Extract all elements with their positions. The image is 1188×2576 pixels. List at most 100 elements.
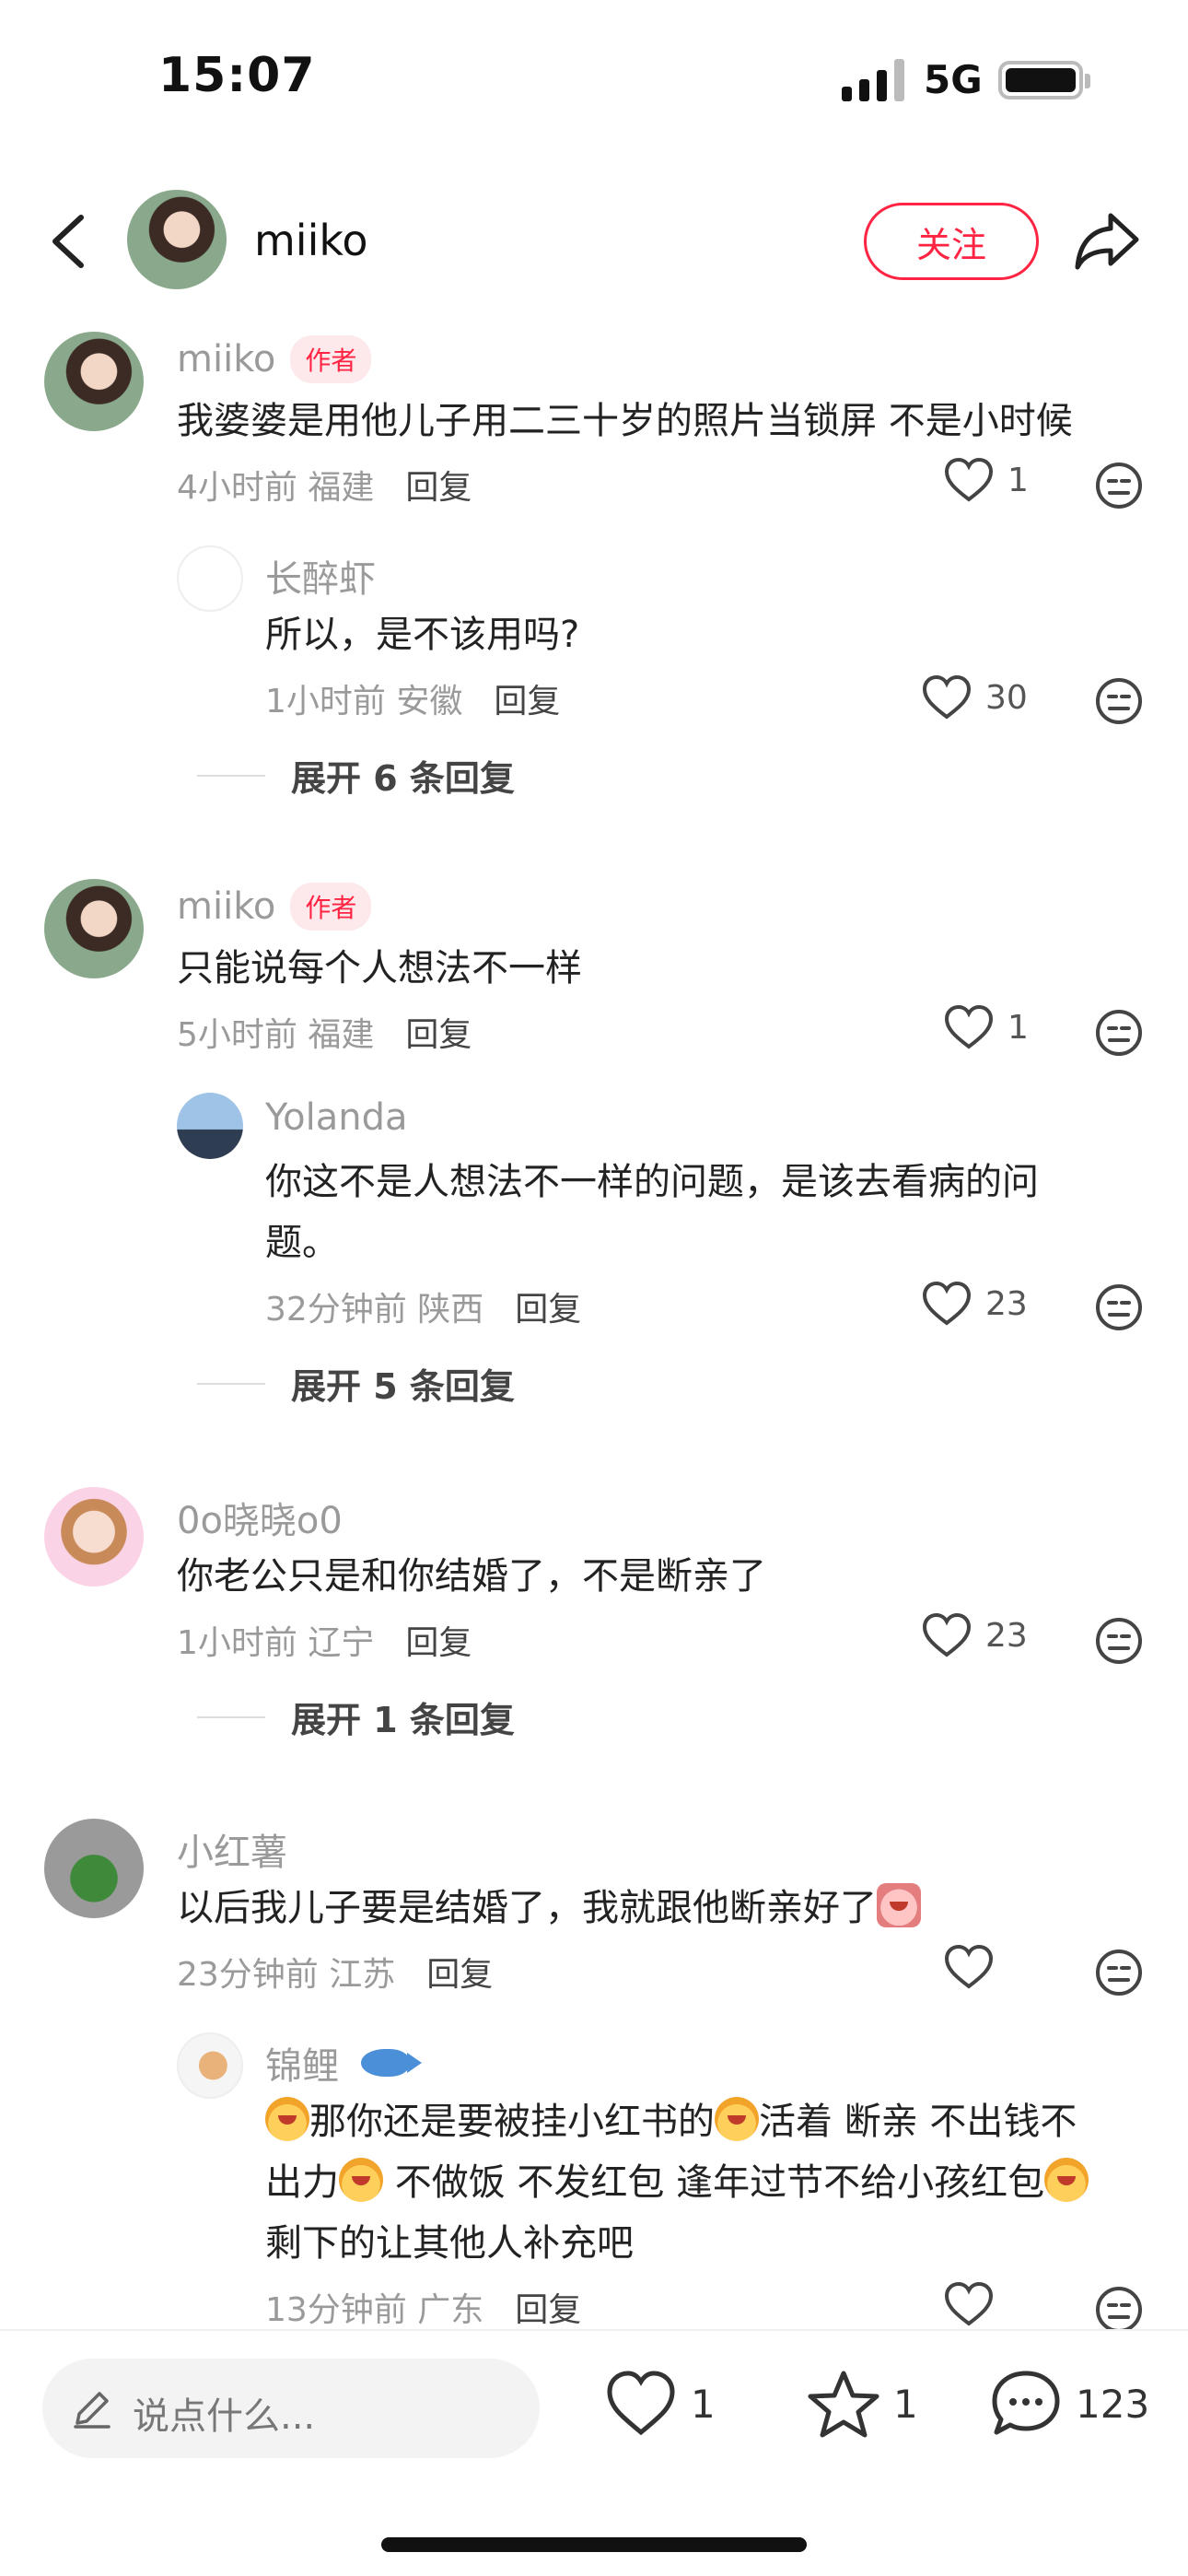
expand-replies-label[interactable]: 展开 5 条回复 — [291, 1358, 515, 1409]
like-count: 1 — [1007, 461, 1029, 499]
comment-name-row: 小红薯 — [177, 1822, 287, 1876]
divider — [197, 1715, 265, 1718]
battery-icon — [998, 61, 1090, 100]
like-count: 23 — [985, 1616, 1028, 1655]
comment-input[interactable]: 说点什么... — [42, 2359, 540, 2458]
expand-replies-label[interactable]: 展开 1 条回复 — [291, 1692, 515, 1742]
comment-username[interactable]: 长醉虾 — [265, 549, 376, 603]
comment-time: 32分钟前 — [265, 1291, 407, 1329]
comment-time: 4小时前 — [177, 469, 297, 507]
reply-button[interactable]: 回复 — [494, 674, 560, 722]
like-button[interactable]: 23 — [921, 1281, 1028, 1327]
author-name[interactable]: miiko — [254, 216, 368, 265]
avatar[interactable] — [177, 2032, 243, 2099]
emoji-icon — [1044, 2158, 1089, 2202]
home-indicator[interactable] — [381, 2537, 807, 2552]
expand-replies-button[interactable]: 展开 5 条回复 — [197, 1358, 515, 1409]
divider — [197, 774, 265, 777]
comment-button[interactable]: 123 — [989, 2368, 1149, 2440]
reply-button[interactable]: 回复 — [405, 461, 472, 509]
comment-text[interactable]: 那你还是要被挂小红书的 活着 断亲 不出钱不 出力 不做饭 不发红包 逢年过节不给… — [265, 2091, 1149, 2274]
fish-icon — [361, 2049, 422, 2077]
dislike-icon[interactable] — [1094, 1616, 1144, 1666]
comment-name-row: 长醉虾 — [265, 549, 376, 603]
share-icon[interactable] — [1074, 208, 1142, 273]
like-button[interactable]: 1 — [943, 1004, 1029, 1050]
like-button[interactable] — [943, 2281, 995, 2327]
status-bar: 15:07 5G — [0, 0, 1188, 157]
heart-icon — [607, 2371, 675, 2436]
reply-button[interactable]: 回复 — [405, 1616, 472, 1664]
dislike-icon[interactable] — [1094, 1282, 1144, 1332]
comment-text[interactable]: 我婆婆是用他儿子用二三十岁的照片当锁屏 不是小时候 — [177, 391, 1073, 451]
heart-icon — [922, 674, 972, 720]
comment-meta: 23分钟前 江苏 回复 — [177, 1948, 493, 1996]
dislike-icon[interactable] — [1094, 676, 1144, 726]
avatar[interactable] — [177, 545, 243, 612]
reply-button[interactable]: 回复 — [515, 2283, 581, 2329]
reply-button[interactable]: 回复 — [426, 1948, 493, 1996]
avatar[interactable] — [44, 1487, 144, 1587]
emoji-icon — [265, 2097, 309, 2141]
comment-text[interactable]: 以后我儿子要是结婚了，我就跟他断亲好了 — [177, 1878, 921, 1938]
follow-button[interactable]: 关注 — [864, 203, 1039, 280]
back-icon[interactable] — [46, 212, 92, 271]
comment-username[interactable]: 锦鲤 — [265, 2036, 339, 2090]
comment-username[interactable]: miiko — [177, 338, 275, 381]
author-badge: 作者 — [290, 335, 372, 383]
comment-text-content: 以后我儿子要是结婚了，我就跟他断亲好了 — [177, 1887, 877, 1929]
like-button[interactable]: 30 — [921, 674, 1028, 720]
comment-meta: 5小时前 福建 回复 — [177, 1008, 472, 1056]
like-button[interactable]: 1 — [943, 457, 1029, 503]
heart-icon — [944, 457, 994, 502]
divider — [197, 1382, 265, 1385]
avatar[interactable] — [44, 332, 144, 431]
bottom-bar: 说点什么... 1 1 123 — [0, 2329, 1188, 2576]
avatar[interactable] — [177, 1093, 243, 1159]
comment-username[interactable]: Yolanda — [265, 1096, 407, 1139]
reply-button[interactable]: 回复 — [405, 1008, 472, 1056]
comment-location: 陕西 — [417, 1291, 484, 1329]
favorite-count: 1 — [893, 2381, 918, 2427]
comment-meta: 4小时前 福建 回复 — [177, 461, 472, 509]
dislike-icon[interactable] — [1094, 1948, 1144, 1997]
header: miiko 关注 — [0, 175, 1188, 304]
expand-replies-button[interactable]: 展开 6 条回复 — [197, 750, 515, 801]
dislike-icon[interactable] — [1094, 461, 1144, 510]
network-label: 5G — [924, 57, 983, 102]
comment-text[interactable]: 你老公只是和你结婚了，不是断亲了 — [177, 1546, 766, 1607]
comment-location: 安徽 — [396, 683, 463, 720]
comment-text[interactable]: 只能说每个人想法不一样 — [177, 938, 582, 999]
comment-username[interactable]: 小红薯 — [177, 1822, 287, 1876]
comment-item: miiko 作者 我婆婆是用他儿子用二三十岁的照片当锁屏 不是小时候 4小时前 … — [0, 313, 1188, 829]
avatar[interactable] — [44, 879, 144, 978]
comment-meta: 1小时前 安徽 回复 — [265, 674, 560, 722]
like-button[interactable]: 23 — [921, 1612, 1028, 1658]
like-button[interactable] — [943, 1944, 995, 1990]
comment-time: 1小时前 — [265, 683, 386, 720]
comment-name-row: Yolanda — [265, 1096, 407, 1139]
comment-text-line: 你这不是人想法不一样的问题，是该去看病的问 — [265, 1161, 1039, 1203]
comment-username[interactable]: 0o晓晓o0 — [177, 1491, 343, 1544]
avatar[interactable] — [127, 190, 227, 289]
comment-text-line: 那你还是要被挂小红书的 活着 断亲 不出钱不 — [265, 2091, 1149, 2152]
like-button[interactable]: 1 — [604, 2368, 716, 2440]
favorite-button[interactable]: 1 — [807, 2368, 918, 2440]
comment-input-placeholder: 说点什么... — [133, 2395, 316, 2438]
signal-icon — [842, 59, 904, 101]
heart-icon — [944, 2281, 994, 2326]
reply-button[interactable]: 回复 — [515, 1282, 581, 1330]
comment-username[interactable]: miiko — [177, 885, 275, 928]
comment-text[interactable]: 你这不是人想法不一样的问题，是该去看病的问 题。 — [265, 1152, 1039, 1273]
comment-location: 江苏 — [329, 1956, 396, 1994]
expand-replies-button[interactable]: 展开 1 条回复 — [197, 1692, 515, 1742]
dislike-icon[interactable] — [1094, 1008, 1144, 1058]
avatar[interactable] — [44, 1819, 144, 1918]
expand-replies-label[interactable]: 展开 6 条回复 — [291, 750, 515, 801]
comment-text-segment: 那你还是要被挂小红书的 — [309, 2101, 715, 2143]
dislike-icon[interactable] — [1094, 2285, 1144, 2329]
pen-icon — [74, 2392, 111, 2429]
comment-text-line: 出力 不做饭 不发红包 逢年过节不给小孩红包 — [265, 2152, 1149, 2213]
comment-text[interactable]: 所以，是不该用吗? — [265, 604, 579, 665]
comment-location: 福建 — [308, 469, 375, 507]
